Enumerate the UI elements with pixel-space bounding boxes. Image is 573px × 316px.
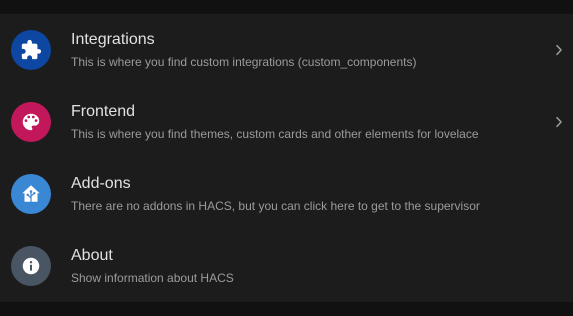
- menu-item-integrations[interactable]: Integrations This is where you find cust…: [0, 14, 573, 86]
- chevron-right-icon: [551, 40, 567, 60]
- menu-item-subtitle: This is where you find custom integratio…: [71, 55, 417, 69]
- menu-item-title: Integrations: [71, 31, 155, 48]
- information-icon: [22, 257, 40, 275]
- puzzle-icon: [21, 39, 42, 60]
- frontend-avatar: [11, 102, 51, 142]
- palette-icon: [22, 113, 40, 131]
- addons-avatar: [11, 174, 51, 214]
- home-assistant-icon: [22, 185, 40, 203]
- menu-item-about[interactable]: About Show information about HACS: [0, 230, 573, 302]
- menu-item-subtitle: There are no addons in HACS, but you can…: [71, 199, 480, 213]
- about-avatar: [11, 246, 51, 286]
- integrations-avatar: [11, 30, 51, 70]
- menu-item-subtitle: This is where you find themes, custom ca…: [71, 127, 479, 141]
- menu-item-subtitle: Show information about HACS: [71, 271, 234, 285]
- menu-item-title: About: [71, 247, 113, 264]
- menu-item-addons[interactable]: Add-ons There are no addons in HACS, but…: [0, 158, 573, 230]
- menu-item-title: Add-ons: [71, 175, 131, 192]
- menu-item-title: Frontend: [71, 103, 136, 120]
- hacs-menu-card: Integrations This is where you find cust…: [0, 14, 573, 302]
- chevron-right-icon: [551, 112, 567, 132]
- menu-item-frontend[interactable]: Frontend This is where you find themes, …: [0, 86, 573, 158]
